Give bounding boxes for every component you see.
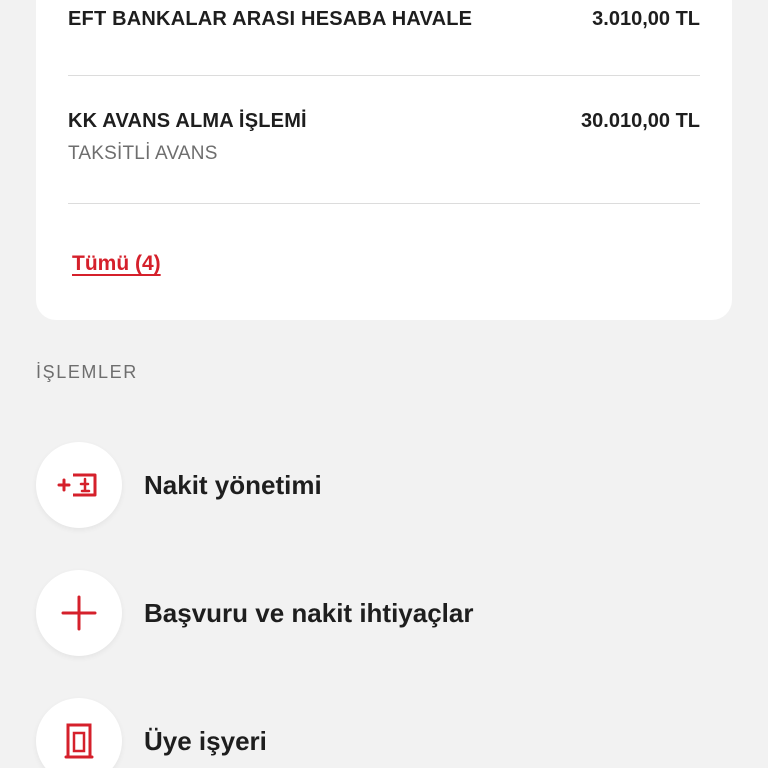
divider [68, 203, 700, 204]
transaction-row[interactable]: EFT BANKALAR ARASI HESABA HAVALE 3.010,0… [68, 8, 700, 48]
action-label: Başvuru ve nakit ihtiyaçlar [144, 598, 474, 628]
all-transactions-link[interactable]: Tümü (4) [72, 252, 161, 276]
plus-icon [61, 595, 97, 631]
cash-transfer-icon [57, 473, 97, 497]
action-label: Üye işyeri [144, 726, 267, 756]
action-merchant[interactable]: Üye işyeri [36, 698, 726, 768]
transaction-row[interactable]: KK AVANS ALMA İŞLEMİ 30.010,00 TL TAKSİT… [68, 110, 700, 170]
action-label: Nakit yönetimi [144, 470, 322, 500]
merchant-icon [64, 723, 94, 759]
transaction-title: EFT BANKALAR ARASI HESABA HAVALE [68, 8, 473, 30]
section-title: İŞLEMLER [36, 362, 138, 382]
action-icon-circle [36, 442, 122, 528]
divider [68, 75, 700, 76]
transaction-subtitle: TAKSİTLİ AVANS [68, 143, 218, 164]
action-icon-circle [36, 570, 122, 656]
transaction-amount: 3.010,00 TL [592, 8, 700, 30]
page: EFT BANKALAR ARASI HESABA HAVALE 3.010,0… [0, 0, 768, 768]
transaction-title: KK AVANS ALMA İŞLEMİ [68, 110, 307, 132]
action-cash-management[interactable]: Nakit yönetimi [36, 442, 726, 528]
action-icon-circle [36, 698, 122, 768]
action-applications[interactable]: Başvuru ve nakit ihtiyaçlar [36, 570, 726, 656]
transaction-amount: 30.010,00 TL [581, 110, 700, 132]
recent-transactions-card: EFT BANKALAR ARASI HESABA HAVALE 3.010,0… [36, 0, 732, 320]
